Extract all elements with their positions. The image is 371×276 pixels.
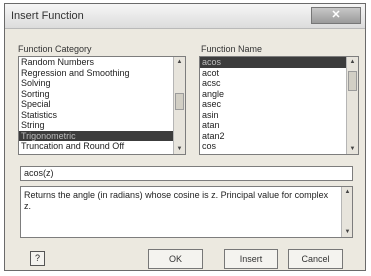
scroll-thumb[interactable] [175,93,184,110]
help-button[interactable]: ? [30,251,45,266]
function-item[interactable]: acos [200,57,358,68]
function-item[interactable]: atan [200,120,358,131]
insert-button[interactable]: Insert [224,249,278,269]
function-item[interactable]: cos [200,141,358,152]
dialog-title: Insert Function [11,10,84,22]
category-item[interactable]: Truncation and Round Off [19,141,185,152]
category-item[interactable]: Special [19,99,185,110]
scroll-up-icon[interactable]: ▲ [347,57,358,67]
function-category-label: Function Category [18,44,92,54]
function-description: Returns the angle (in radians) whose cos… [20,186,353,238]
category-item[interactable]: Trigonometric [19,130,185,141]
ok-button[interactable]: OK [148,249,203,269]
function-syntax: acos(z) [20,166,353,181]
category-item[interactable]: String [19,120,185,131]
function-name-list[interactable]: acos acot acsc angle asec asin atan atan2 cos ▲ … [199,56,359,155]
category-item[interactable]: Sorting [19,89,185,100]
scroll-up-icon[interactable]: ▲ [342,187,353,197]
close-button[interactable]: ✕ [311,7,361,24]
category-item[interactable]: Statistics [19,110,185,121]
function-item[interactable]: asec [200,99,358,110]
category-item[interactable]: Regression and Smoothing [19,68,185,79]
scroll-down-icon[interactable]: ▼ [347,144,358,154]
description-scrollbar[interactable]: ▲ ▼ [341,187,352,237]
scroll-down-icon[interactable]: ▼ [342,227,353,237]
category-scrollbar[interactable]: ▲ ▼ [173,57,185,154]
category-item[interactable]: Random Numbers [19,57,185,68]
category-items: Random Numbers Regression and Smoothing So… [19,57,185,152]
function-item[interactable]: acot [200,68,358,79]
function-item[interactable]: atan2 [200,131,358,142]
description-text: Returns the angle (in radians) whose cos… [24,190,329,211]
category-item[interactable]: Solving [19,78,185,89]
scroll-up-icon[interactable]: ▲ [174,57,185,67]
function-item[interactable]: acsc [200,78,358,89]
function-item[interactable]: asin [200,110,358,121]
title-bar: Insert Function ✕ [5,4,365,29]
function-name-label: Function Name [201,44,263,54]
cancel-button[interactable]: Cancel [288,249,343,269]
function-item[interactable]: angle [200,89,358,100]
function-items: acos acot acsc angle asec asin atan atan2 cos [200,57,358,152]
insert-function-dialog: Insert Function ✕ Function Category Func… [4,3,366,271]
scroll-down-icon[interactable]: ▼ [174,144,185,154]
function-scrollbar[interactable]: ▲ ▼ [346,57,358,154]
scroll-thumb[interactable] [348,71,357,91]
function-category-list[interactable]: Random Numbers Regression and Smoothing So… [18,56,186,155]
